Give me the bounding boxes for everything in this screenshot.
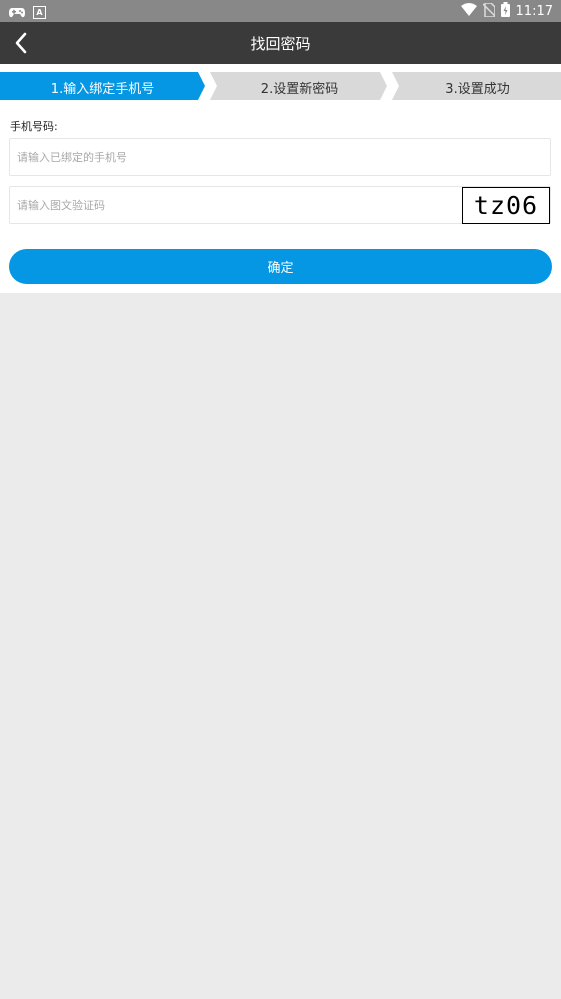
page-title: 找回密码: [250, 35, 311, 53]
step-2-label: 2.设置新密码: [260, 82, 339, 97]
wifi-icon: [460, 3, 477, 20]
step-3-label: 3.设置成功: [445, 82, 510, 97]
app-header: 找回密码: [0, 22, 561, 64]
confirm-button[interactable]: 确定: [9, 249, 552, 284]
status-time: 11:17: [515, 4, 553, 19]
step-1-label: 1.输入绑定手机号: [50, 82, 155, 97]
phone-label: 手机号码:: [10, 120, 58, 133]
captcha-field: tz06: [9, 186, 551, 224]
step-indicator: 1.输入绑定手机号 2.设置新密码 3.设置成功: [0, 64, 561, 110]
captcha-text: tz06: [473, 191, 539, 220]
status-bar: A 11:17: [0, 0, 561, 22]
a-badge-icon: A: [33, 6, 46, 19]
status-bar-right: 11:17: [460, 1, 553, 21]
captcha-image[interactable]: tz06: [462, 187, 550, 224]
battery-icon: [500, 2, 510, 21]
gamepad-icon: [9, 3, 25, 22]
phone-field: [9, 138, 551, 176]
status-bar-left: A: [9, 3, 46, 22]
recovery-form: 手机号码: tz06 确定: [0, 110, 561, 293]
captcha-input[interactable]: [10, 187, 462, 223]
phone-input[interactable]: [10, 139, 550, 175]
no-sim-icon: [482, 1, 496, 21]
